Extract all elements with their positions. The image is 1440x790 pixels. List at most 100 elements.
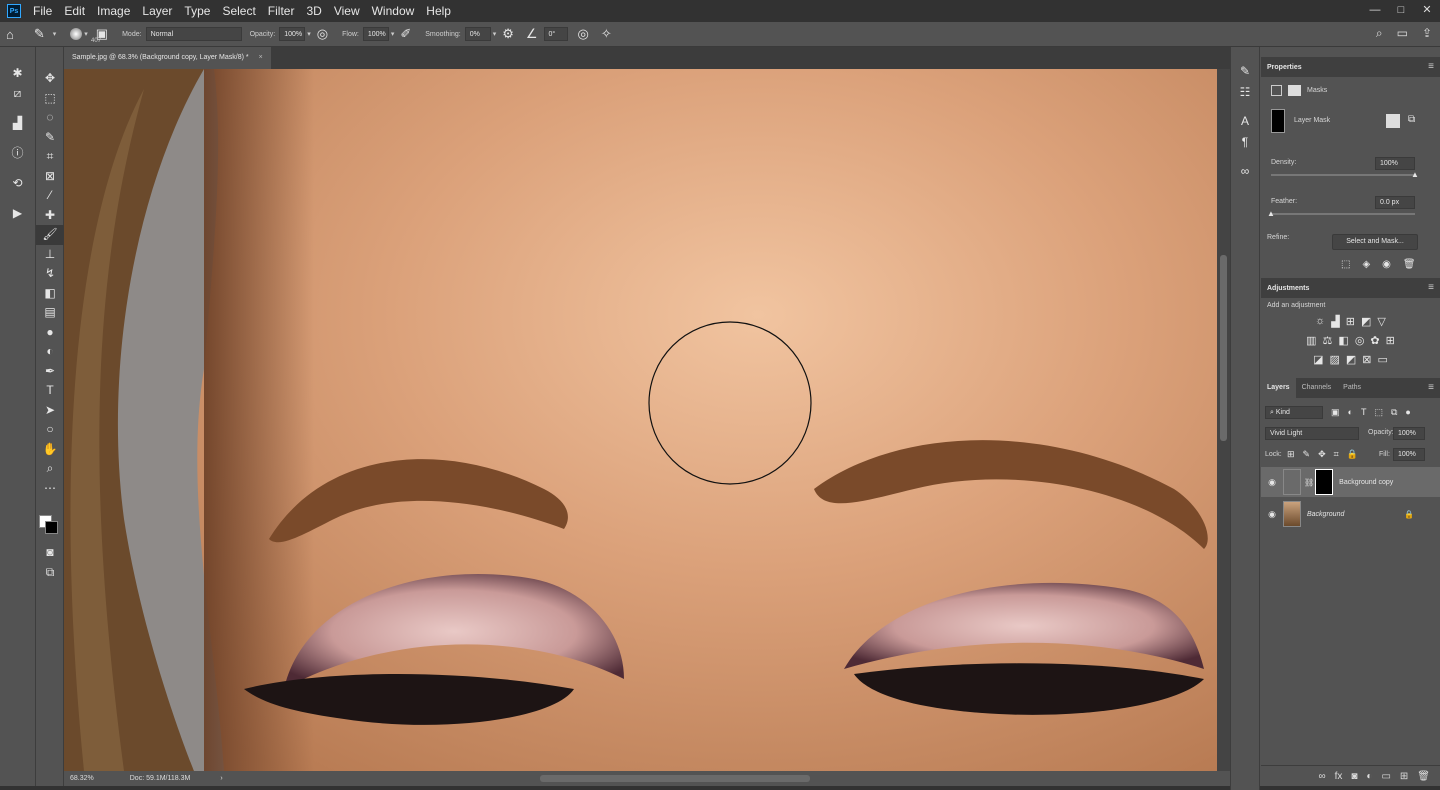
glyphs-panel-icon[interactable]: ∞ xyxy=(1231,161,1259,182)
search-icon[interactable]: ⌕ xyxy=(1376,26,1383,41)
menu-select[interactable]: Select xyxy=(216,0,261,22)
quick-select-tool-icon[interactable]: ✎ xyxy=(36,128,64,148)
gear-icon[interactable]: ⚙ xyxy=(502,26,514,42)
brush-panel-icon[interactable]: ✎ xyxy=(1231,61,1259,82)
status-chevron-icon[interactable]: › xyxy=(220,775,222,782)
color-lookup-icon[interactable]: ⊞ xyxy=(1386,334,1395,347)
minimize-button[interactable]: — xyxy=(1362,0,1388,22)
brightness-icon[interactable]: ☼ xyxy=(1315,315,1325,328)
load-selection-icon[interactable]: ⬚ xyxy=(1341,259,1350,270)
history-brush-tool-icon[interactable]: ↯ xyxy=(36,264,64,284)
menu-help[interactable]: Help xyxy=(420,0,457,22)
smoothing-input[interactable]: 0% xyxy=(464,27,491,41)
fill-input[interactable]: 100% xyxy=(1393,448,1425,461)
density-slider[interactable] xyxy=(1271,174,1415,176)
hand-tool-icon[interactable]: ✋ xyxy=(36,440,64,460)
marquee-tool-icon[interactable]: ⬚ xyxy=(36,89,64,109)
brush-settings-icon[interactable]: ✱ xyxy=(0,63,35,83)
panel-menu-icon[interactable]: ≡ xyxy=(1428,61,1434,72)
new-layer-icon[interactable]: ⊞ xyxy=(1400,771,1408,782)
healing-brush-tool-icon[interactable]: ✚ xyxy=(36,206,64,226)
restore-button[interactable]: □ xyxy=(1388,0,1414,22)
path-select-tool-icon[interactable]: ➤ xyxy=(36,401,64,421)
hue-saturation-icon[interactable]: ▥ xyxy=(1306,334,1316,347)
tab-paths[interactable]: Paths xyxy=(1337,378,1367,398)
background-color-swatch[interactable] xyxy=(45,521,58,534)
visibility-eye-icon[interactable]: ◉ xyxy=(1261,477,1283,488)
dodge-tool-icon[interactable]: ◐ xyxy=(36,342,64,362)
select-pixel-mask-icon[interactable] xyxy=(1386,114,1400,128)
panel-menu-icon[interactable]: ≡ xyxy=(1428,282,1434,293)
lock-all-icon[interactable]: 🔒 xyxy=(1347,449,1358,460)
menu-window[interactable]: Window xyxy=(366,0,421,22)
opacity-input[interactable]: 100% xyxy=(279,27,306,41)
share-icon[interactable]: ⇪ xyxy=(1422,26,1432,41)
actions-play-icon[interactable]: ▶ xyxy=(0,203,35,223)
layer-mask-thumbnail[interactable] xyxy=(1315,469,1334,495)
chevron-down-icon[interactable]: ▾ xyxy=(493,30,497,38)
invert-icon[interactable]: ◪ xyxy=(1313,353,1323,366)
chevron-down-icon[interactable]: ▾ xyxy=(307,30,311,38)
layer-opacity-input[interactable]: 100% xyxy=(1393,427,1425,440)
posterize-icon[interactable]: ▨ xyxy=(1329,353,1339,366)
more-tools-icon[interactable]: ⋯ xyxy=(36,479,64,499)
layer-row-background[interactable]: ◉ Background 🔒 xyxy=(1261,499,1440,529)
move-tool-icon[interactable]: ✥ xyxy=(36,69,64,89)
color-balance-icon[interactable]: ⚖ xyxy=(1323,334,1333,347)
channel-mixer-icon[interactable]: ✿ xyxy=(1370,334,1379,347)
threshold-icon[interactable]: ◩ xyxy=(1346,353,1356,366)
layer-mask-thumb[interactable] xyxy=(1271,109,1285,133)
visibility-eye-icon[interactable]: ◉ xyxy=(1382,259,1391,270)
horizontal-scrollbar[interactable] xyxy=(254,775,1214,782)
add-mask-icon[interactable]: ◙ xyxy=(1351,771,1357,782)
lock-image-icon[interactable]: ✎ xyxy=(1303,449,1311,460)
history-icon[interactable]: ⟲ xyxy=(0,173,35,193)
panel-menu-icon[interactable]: ≡ xyxy=(1428,382,1434,393)
menu-type[interactable]: Type xyxy=(178,0,216,22)
close-icon[interactable]: × xyxy=(259,54,263,61)
exposure-icon[interactable]: ◩ xyxy=(1361,315,1371,328)
feather-slider-handle[interactable]: ▲ xyxy=(1267,209,1275,218)
tab-channels[interactable]: Channels xyxy=(1296,378,1338,398)
flow-input[interactable]: 100% xyxy=(362,27,389,41)
density-slider-handle[interactable]: ▲ xyxy=(1411,170,1419,179)
brush-tool-icon[interactable]: 🖌 xyxy=(36,225,64,245)
menu-layer[interactable]: Layer xyxy=(136,0,178,22)
lock-artboard-icon[interactable]: ⌗ xyxy=(1334,449,1339,460)
filter-type-icon[interactable]: T xyxy=(1361,407,1367,418)
menu-3d[interactable]: 3D xyxy=(300,0,327,22)
paragraph-panel-icon[interactable]: ¶ xyxy=(1231,132,1259,153)
layer-name[interactable]: Background xyxy=(1307,511,1344,518)
zoom-level[interactable]: 68.32% xyxy=(70,775,94,782)
document-tab[interactable]: Sample.jpg @ 68.3% (Background copy, Lay… xyxy=(64,47,271,69)
pen-tool-icon[interactable]: ✒ xyxy=(36,362,64,382)
eraser-tool-icon[interactable]: ◧ xyxy=(36,284,64,304)
link-layers-icon[interactable]: ∞ xyxy=(1318,771,1325,782)
chevron-down-icon[interactable]: ▾ xyxy=(53,30,57,38)
tab-layers[interactable]: Layers xyxy=(1261,378,1296,398)
trash-icon[interactable]: 🗑 xyxy=(1417,771,1430,782)
feather-input[interactable]: 0.0 px xyxy=(1375,196,1415,209)
pixel-mask-icon[interactable] xyxy=(1271,85,1282,96)
vector-mask-icon[interactable] xyxy=(1288,85,1301,96)
angle-input[interactable]: 0° xyxy=(543,27,568,41)
filter-pixel-icon[interactable]: ▣ xyxy=(1331,407,1340,418)
lock-position-icon[interactable]: ✥ xyxy=(1318,449,1326,460)
lock-transparent-icon[interactable]: ⊞ xyxy=(1287,449,1295,460)
filter-shape-icon[interactable]: ⬚ xyxy=(1374,407,1383,418)
layer-row-background-copy[interactable]: ◉ ⛓ Background copy xyxy=(1261,467,1440,497)
chevron-down-icon[interactable]: ▾ xyxy=(391,30,395,38)
crop-tool-icon[interactable]: ⌗ xyxy=(36,147,64,167)
menu-view[interactable]: View xyxy=(328,0,366,22)
stamp-tool-icon[interactable]: ⊥ xyxy=(36,245,64,265)
feather-slider[interactable] xyxy=(1271,213,1415,215)
canvas[interactable] xyxy=(64,69,1217,771)
symmetry-icon[interactable]: ✧ xyxy=(601,26,612,42)
photo-filter-icon[interactable]: ◎ xyxy=(1355,334,1365,347)
filter-adjustment-icon[interactable]: ◐ xyxy=(1348,407,1353,418)
close-window-button[interactable]: ✕ xyxy=(1414,0,1440,22)
trash-icon[interactable]: 🗑 xyxy=(1403,259,1416,270)
blur-tool-icon[interactable]: ● xyxy=(36,323,64,343)
layer-name[interactable]: Background copy xyxy=(1339,479,1393,486)
lasso-tool-icon[interactable]: ◌ xyxy=(36,108,64,128)
